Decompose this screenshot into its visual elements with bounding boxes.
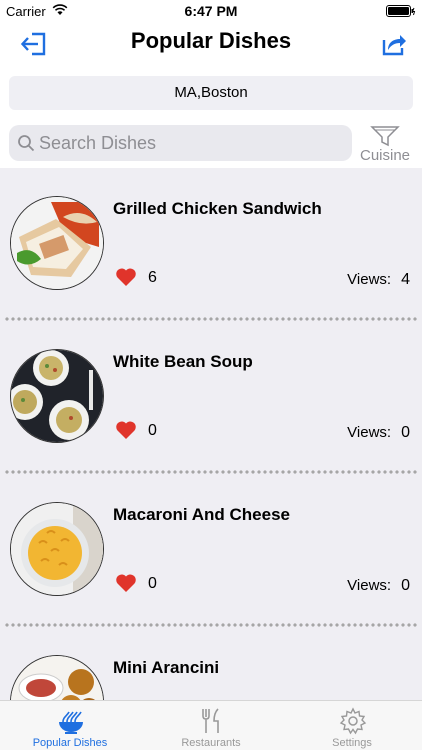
like-count: 0 [148,422,157,439]
list-item[interactable]: Macaroni And Cheese 0 Views: 0 [0,474,422,627]
tab-settings[interactable]: Settings [282,701,422,750]
dish-image-white-bean-soup [10,349,104,443]
views-count: 4 [401,271,410,288]
search-row: Search Dishes Cuisine [0,125,422,165]
list-item[interactable]: Mini Arancini [0,627,422,700]
search-icon [18,135,35,152]
dish-name: Macaroni And Cheese [113,505,290,524]
location-selector[interactable]: MA,Boston [9,76,413,110]
filter-icon [370,126,400,147]
views-counter: Views: 0 [347,424,410,442]
share-icon[interactable] [380,30,408,58]
tab-popular-dishes[interactable]: Popular Dishes [0,701,140,750]
gear-icon [339,707,367,735]
heart-icon[interactable] [115,267,137,287]
page-title: Popular Dishes [130,28,292,53]
clock: 6:47 PM [184,3,238,19]
cuisine-filter-button[interactable]: Cuisine [356,125,414,165]
dish-name: Mini Arancini [113,658,220,677]
dish-image-grilled-chicken-sandwich [10,196,104,290]
views-count: 0 [401,424,410,441]
heart-icon[interactable] [115,420,137,440]
cuisine-label: Cuisine [359,147,411,164]
navigation-bar: Popular Dishes [0,22,422,66]
tab-restaurants[interactable]: Restaurants [141,701,281,750]
views-counter: Views: 4 [347,271,410,289]
views-counter: Views: 0 [347,577,410,595]
search-input[interactable]: Search Dishes [9,125,352,161]
noodle-bowl-icon [59,711,83,734]
like-count: 0 [148,575,157,592]
views-count: 0 [401,577,410,594]
list-item[interactable]: White Bean Soup 0 Views: 0 [0,321,422,474]
list-item[interactable]: Grilled Chicken Sandwich 6 Views: 4 [0,168,422,321]
dish-image-mini-arancini [10,655,104,700]
views-label: Views: [347,424,392,441]
battery-icon [386,5,416,17]
tab-label: Popular Dishes [32,737,108,749]
tab-label: Settings [332,737,372,749]
tab-label: Restaurants [181,737,241,749]
status-bar: Carrier 6:47 PM [0,0,422,22]
dish-image-macaroni-and-cheese [10,502,104,596]
views-label: Views: [347,271,392,288]
dish-name: White Bean Soup [113,352,253,371]
tab-bar: Popular Dishes Restaurants Settings [0,700,422,750]
search-placeholder: Search Dishes [39,133,157,153]
views-label: Views: [347,577,392,594]
dish-name: Grilled Chicken Sandwich [113,199,322,218]
heart-icon[interactable] [115,573,137,593]
like-count: 6 [148,269,157,286]
fork-knife-icon [202,708,219,733]
dish-list: Grilled Chicken Sandwich 6 Views: 4 White… [0,168,422,700]
